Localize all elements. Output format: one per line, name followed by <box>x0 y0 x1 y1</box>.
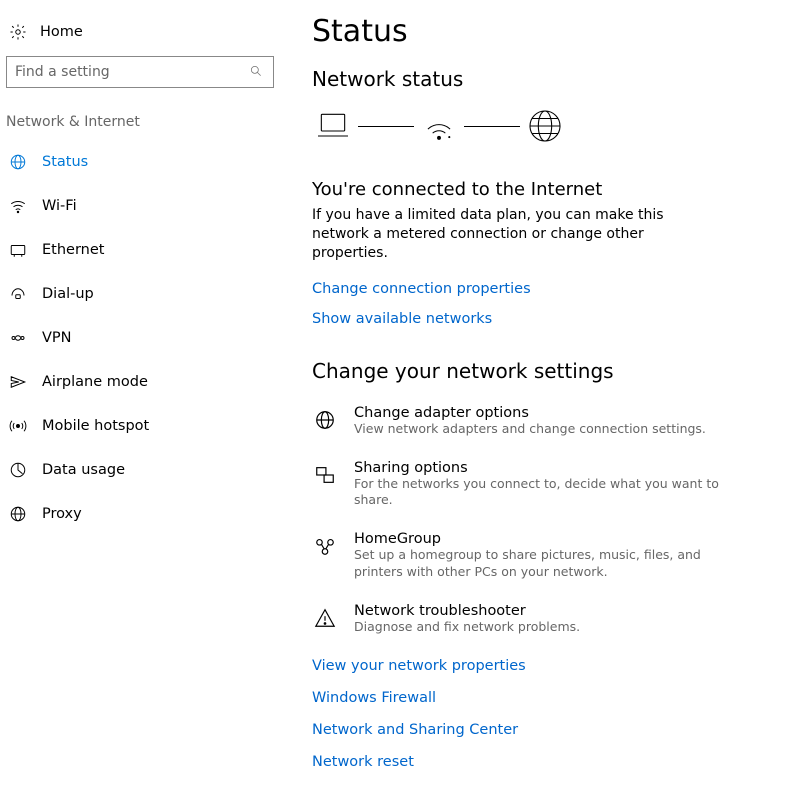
dialup-icon <box>8 284 28 304</box>
option-title: Network troubleshooter <box>354 603 580 619</box>
view-network-properties-link[interactable]: View your network properties <box>312 658 747 674</box>
gear-icon <box>8 22 28 42</box>
wifi-signal-icon <box>418 105 460 147</box>
sidebar-item-wifi[interactable]: Wi-Fi <box>6 184 278 228</box>
ethernet-icon <box>8 240 28 260</box>
sidebar-item-label: Ethernet <box>42 242 104 258</box>
data-usage-icon <box>8 460 28 480</box>
globe-icon <box>524 105 566 147</box>
change-settings-heading: Change your network settings <box>312 359 747 383</box>
windows-firewall-link[interactable]: Windows Firewall <box>312 690 747 706</box>
sidebar-item-airplane[interactable]: Airplane mode <box>6 360 278 404</box>
wifi-icon <box>8 196 28 216</box>
sidebar-item-label: Wi-Fi <box>42 198 77 214</box>
network-diagram <box>312 105 747 147</box>
option-desc: View network adapters and change connect… <box>354 421 706 438</box>
network-status-heading: Network status <box>312 67 747 91</box>
troubleshooter-option[interactable]: Network troubleshooter Diagnose and fix … <box>312 603 742 636</box>
option-desc: Set up a homegroup to share pictures, mu… <box>354 547 742 581</box>
change-connection-properties-link[interactable]: Change connection properties <box>312 281 531 297</box>
connected-heading: You're connected to the Internet <box>312 179 747 200</box>
search-input-wrap[interactable] <box>6 56 274 88</box>
homegroup-option[interactable]: HomeGroup Set up a homegroup to share pi… <box>312 531 742 581</box>
sidebar-item-dialup[interactable]: Dial-up <box>6 272 278 316</box>
connection-line <box>358 126 414 127</box>
option-title: Sharing options <box>354 460 742 476</box>
sharing-options[interactable]: Sharing options For the networks you con… <box>312 460 742 510</box>
sidebar-item-datausage[interactable]: Data usage <box>6 448 278 492</box>
main-content: Status Network status You're connected t… <box>278 0 787 788</box>
change-adapter-options[interactable]: Change adapter options View network adap… <box>312 405 742 438</box>
page-title: Status <box>312 14 747 49</box>
warning-icon <box>312 605 338 631</box>
sidebar-item-vpn[interactable]: VPN <box>6 316 278 360</box>
homegroup-icon <box>312 533 338 559</box>
sidebar-item-label: Airplane mode <box>42 374 148 390</box>
proxy-icon <box>8 504 28 524</box>
sidebar-item-label: Mobile hotspot <box>42 418 149 434</box>
sidebar-item-hotspot[interactable]: Mobile hotspot <box>6 404 278 448</box>
connected-desc: If you have a limited data plan, you can… <box>312 206 712 263</box>
sidebar-item-proxy[interactable]: Proxy <box>6 492 278 536</box>
sidebar-item-label: Dial-up <box>42 286 94 302</box>
vpn-icon <box>8 328 28 348</box>
connection-line <box>464 126 520 127</box>
sharing-icon <box>312 462 338 488</box>
sidebar-item-label: Proxy <box>42 506 82 522</box>
search-input[interactable] <box>15 64 249 80</box>
search-icon <box>249 64 265 80</box>
sidebar-item-label: Data usage <box>42 462 125 478</box>
option-title: HomeGroup <box>354 531 742 547</box>
sidebar: Home Network & Internet Status Wi-Fi Eth… <box>0 0 278 788</box>
home-label: Home <box>40 24 83 40</box>
laptop-icon <box>312 105 354 147</box>
network-reset-link[interactable]: Network reset <box>312 754 747 770</box>
airplane-icon <box>8 372 28 392</box>
network-sharing-center-link[interactable]: Network and Sharing Center <box>312 722 747 738</box>
option-title: Change adapter options <box>354 405 706 421</box>
show-available-networks-link[interactable]: Show available networks <box>312 311 492 327</box>
sidebar-item-label: VPN <box>42 330 72 346</box>
adapter-icon <box>312 407 338 433</box>
option-desc: Diagnose and fix network problems. <box>354 619 580 636</box>
sidebar-item-label: Status <box>42 154 88 170</box>
hotspot-icon <box>8 416 28 436</box>
sidebar-item-ethernet[interactable]: Ethernet <box>6 228 278 272</box>
sidebar-item-status[interactable]: Status <box>6 140 278 184</box>
home-button[interactable]: Home <box>6 18 278 56</box>
status-icon <box>8 152 28 172</box>
option-desc: For the networks you connect to, decide … <box>354 476 742 510</box>
category-label: Network & Internet <box>6 114 278 140</box>
